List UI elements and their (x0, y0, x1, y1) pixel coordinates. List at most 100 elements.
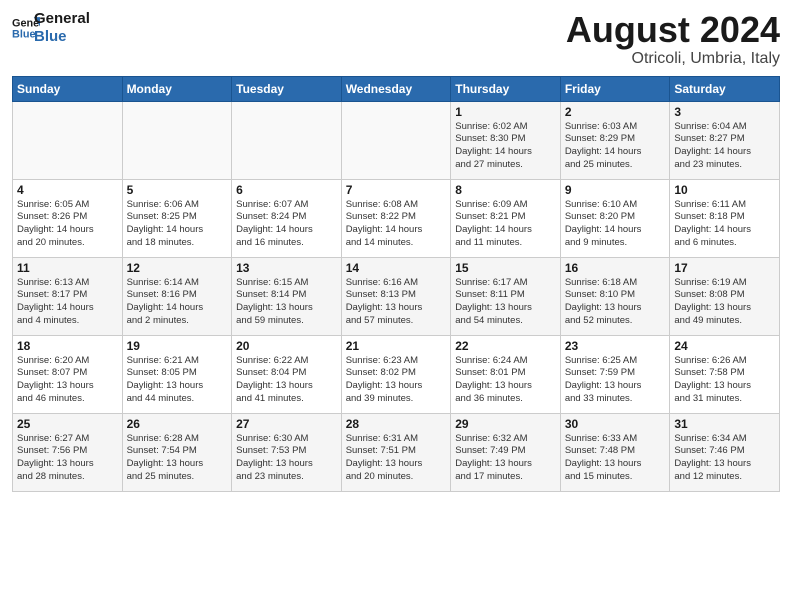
cell-w2-d6: 10 Sunrise: 6:11 AMSunset: 8:18 PMDayligh… (670, 179, 780, 257)
day-info: Sunrise: 6:03 AMSunset: 8:29 PMDaylight:… (565, 121, 666, 172)
week-row-1: 1 Sunrise: 6:02 AMSunset: 8:30 PMDaylight… (13, 101, 780, 179)
cell-w5-d1: 26Sunrise: 6:28 AMSunset: 7:54 PMDayligh… (122, 413, 232, 491)
day-number: 11 (17, 261, 118, 275)
day-info: Sunrise: 6:27 AMSunset: 7:56 PMDaylight:… (17, 433, 118, 484)
logo: General Blue General Blue (12, 10, 90, 46)
calendar-subtitle: Otricoli, Umbria, Italy (566, 50, 780, 68)
day-number: 6 (236, 183, 337, 197)
cell-w3-d3: 14Sunrise: 6:16 AMSunset: 8:13 PMDayligh… (341, 257, 451, 335)
cell-w4-d3: 21Sunrise: 6:23 AMSunset: 8:02 PMDayligh… (341, 335, 451, 413)
header-thursday: Thursday (451, 76, 561, 101)
day-number: 16 (565, 261, 666, 275)
day-info: Sunrise: 6:32 AMSunset: 7:49 PMDaylight:… (455, 433, 556, 484)
weekday-header-row: Sunday Monday Tuesday Wednesday Thursday… (13, 76, 780, 101)
day-info: Sunrise: 6:30 AMSunset: 7:53 PMDaylight:… (236, 433, 337, 484)
cell-w2-d3: 7 Sunrise: 6:08 AMSunset: 8:22 PMDaylight… (341, 179, 451, 257)
day-info: Sunrise: 6:33 AMSunset: 7:48 PMDaylight:… (565, 433, 666, 484)
day-info: Sunrise: 6:13 AMSunset: 8:17 PMDaylight:… (17, 277, 118, 328)
header-monday: Monday (122, 76, 232, 101)
day-info: Sunrise: 6:19 AMSunset: 8:08 PMDaylight:… (674, 277, 775, 328)
header-friday: Friday (560, 76, 670, 101)
day-number: 1 (455, 105, 556, 119)
cell-w3-d2: 13 Sunrise: 6:15 AMSunset: 8:14 PMDayligh… (232, 257, 342, 335)
week-row-4: 18 Sunrise: 6:20 AMSunset: 8:07 PMDayligh… (13, 335, 780, 413)
day-info: Sunrise: 6:09 AMSunset: 8:21 PMDaylight:… (455, 199, 556, 250)
header-wednesday: Wednesday (341, 76, 451, 101)
cell-w1-d3 (341, 101, 451, 179)
cell-w5-d3: 28 Sunrise: 6:31 AMSunset: 7:51 PMDayligh… (341, 413, 451, 491)
day-info: Sunrise: 6:08 AMSunset: 8:22 PMDaylight:… (346, 199, 447, 250)
day-number: 23 (565, 339, 666, 353)
header-saturday: Saturday (670, 76, 780, 101)
cell-w5-d0: 25 Sunrise: 6:27 AMSunset: 7:56 PMDayligh… (13, 413, 123, 491)
cell-w2-d5: 9 Sunrise: 6:10 AMSunset: 8:20 PMDaylight… (560, 179, 670, 257)
week-row-2: 4Sunrise: 6:05 AMSunset: 8:26 PMDaylight… (13, 179, 780, 257)
cell-w4-d1: 19 Sunrise: 6:21 AMSunset: 8:05 PMDayligh… (122, 335, 232, 413)
day-info: Sunrise: 6:21 AMSunset: 8:05 PMDaylight:… (127, 355, 228, 406)
cell-w1-d4: 1 Sunrise: 6:02 AMSunset: 8:30 PMDaylight… (451, 101, 561, 179)
cell-w5-d6: 31Sunrise: 6:34 AMSunset: 7:46 PMDayligh… (670, 413, 780, 491)
day-number: 26 (127, 417, 228, 431)
day-number: 24 (674, 339, 775, 353)
day-number: 22 (455, 339, 556, 353)
day-number: 8 (455, 183, 556, 197)
day-number: 2 (565, 105, 666, 119)
day-number: 10 (674, 183, 775, 197)
day-number: 19 (127, 339, 228, 353)
day-number: 12 (127, 261, 228, 275)
cell-w5-d5: 30 Sunrise: 6:33 AMSunset: 7:48 PMDayligh… (560, 413, 670, 491)
cell-w2-d4: 8 Sunrise: 6:09 AMSunset: 8:21 PMDaylight… (451, 179, 561, 257)
cell-w3-d1: 12 Sunrise: 6:14 AMSunset: 8:16 PMDayligh… (122, 257, 232, 335)
day-info: Sunrise: 6:31 AMSunset: 7:51 PMDaylight:… (346, 433, 447, 484)
logo-general: General (34, 10, 90, 28)
day-info: Sunrise: 6:20 AMSunset: 8:07 PMDaylight:… (17, 355, 118, 406)
cell-w5-d4: 29 Sunrise: 6:32 AMSunset: 7:49 PMDayligh… (451, 413, 561, 491)
day-info: Sunrise: 6:06 AMSunset: 8:25 PMDaylight:… (127, 199, 228, 250)
day-number: 13 (236, 261, 337, 275)
cell-w2-d2: 6 Sunrise: 6:07 AMSunset: 8:24 PMDaylight… (232, 179, 342, 257)
day-info: Sunrise: 6:07 AMSunset: 8:24 PMDaylight:… (236, 199, 337, 250)
day-number: 9 (565, 183, 666, 197)
day-info: Sunrise: 6:26 AMSunset: 7:58 PMDaylight:… (674, 355, 775, 406)
day-number: 7 (346, 183, 447, 197)
header-sunday: Sunday (13, 76, 123, 101)
svg-text:Blue: Blue (12, 28, 36, 40)
page-container: General Blue General Blue August 2024 Ot… (0, 0, 792, 500)
cell-w4-d2: 20 Sunrise: 6:22 AMSunset: 8:04 PMDayligh… (232, 335, 342, 413)
day-number: 20 (236, 339, 337, 353)
header: General Blue General Blue August 2024 Ot… (12, 10, 780, 68)
day-info: Sunrise: 6:17 AMSunset: 8:11 PMDaylight:… (455, 277, 556, 328)
day-number: 4 (17, 183, 118, 197)
day-number: 25 (17, 417, 118, 431)
day-number: 17 (674, 261, 775, 275)
cell-w1-d5: 2 Sunrise: 6:03 AMSunset: 8:29 PMDaylight… (560, 101, 670, 179)
cell-w3-d4: 15 Sunrise: 6:17 AMSunset: 8:11 PMDayligh… (451, 257, 561, 335)
header-tuesday: Tuesday (232, 76, 342, 101)
day-info: Sunrise: 6:04 AMSunset: 8:27 PMDaylight:… (674, 121, 775, 172)
day-number: 29 (455, 417, 556, 431)
cell-w2-d0: 4Sunrise: 6:05 AMSunset: 8:26 PMDaylight… (13, 179, 123, 257)
day-info: Sunrise: 6:18 AMSunset: 8:10 PMDaylight:… (565, 277, 666, 328)
cell-w3-d0: 11 Sunrise: 6:13 AMSunset: 8:17 PMDayligh… (13, 257, 123, 335)
day-info: Sunrise: 6:14 AMSunset: 8:16 PMDaylight:… (127, 277, 228, 328)
day-number: 15 (455, 261, 556, 275)
day-info: Sunrise: 6:02 AMSunset: 8:30 PMDaylight:… (455, 121, 556, 172)
day-number: 28 (346, 417, 447, 431)
day-info: Sunrise: 6:10 AMSunset: 8:20 PMDaylight:… (565, 199, 666, 250)
day-info: Sunrise: 6:15 AMSunset: 8:14 PMDaylight:… (236, 277, 337, 328)
day-number: 27 (236, 417, 337, 431)
cell-w5-d2: 27 Sunrise: 6:30 AMSunset: 7:53 PMDayligh… (232, 413, 342, 491)
day-info: Sunrise: 6:34 AMSunset: 7:46 PMDaylight:… (674, 433, 775, 484)
day-info: Sunrise: 6:25 AMSunset: 7:59 PMDaylight:… (565, 355, 666, 406)
day-number: 30 (565, 417, 666, 431)
day-info: Sunrise: 6:24 AMSunset: 8:01 PMDaylight:… (455, 355, 556, 406)
day-info: Sunrise: 6:22 AMSunset: 8:04 PMDaylight:… (236, 355, 337, 406)
calendar-table: Sunday Monday Tuesday Wednesday Thursday… (12, 76, 780, 492)
day-number: 18 (17, 339, 118, 353)
day-info: Sunrise: 6:11 AMSunset: 8:18 PMDaylight:… (674, 199, 775, 250)
cell-w4-d0: 18 Sunrise: 6:20 AMSunset: 8:07 PMDayligh… (13, 335, 123, 413)
cell-w1-d2 (232, 101, 342, 179)
cell-w2-d1: 5Sunrise: 6:06 AMSunset: 8:25 PMDaylight… (122, 179, 232, 257)
week-row-5: 25 Sunrise: 6:27 AMSunset: 7:56 PMDayligh… (13, 413, 780, 491)
week-row-3: 11 Sunrise: 6:13 AMSunset: 8:17 PMDayligh… (13, 257, 780, 335)
